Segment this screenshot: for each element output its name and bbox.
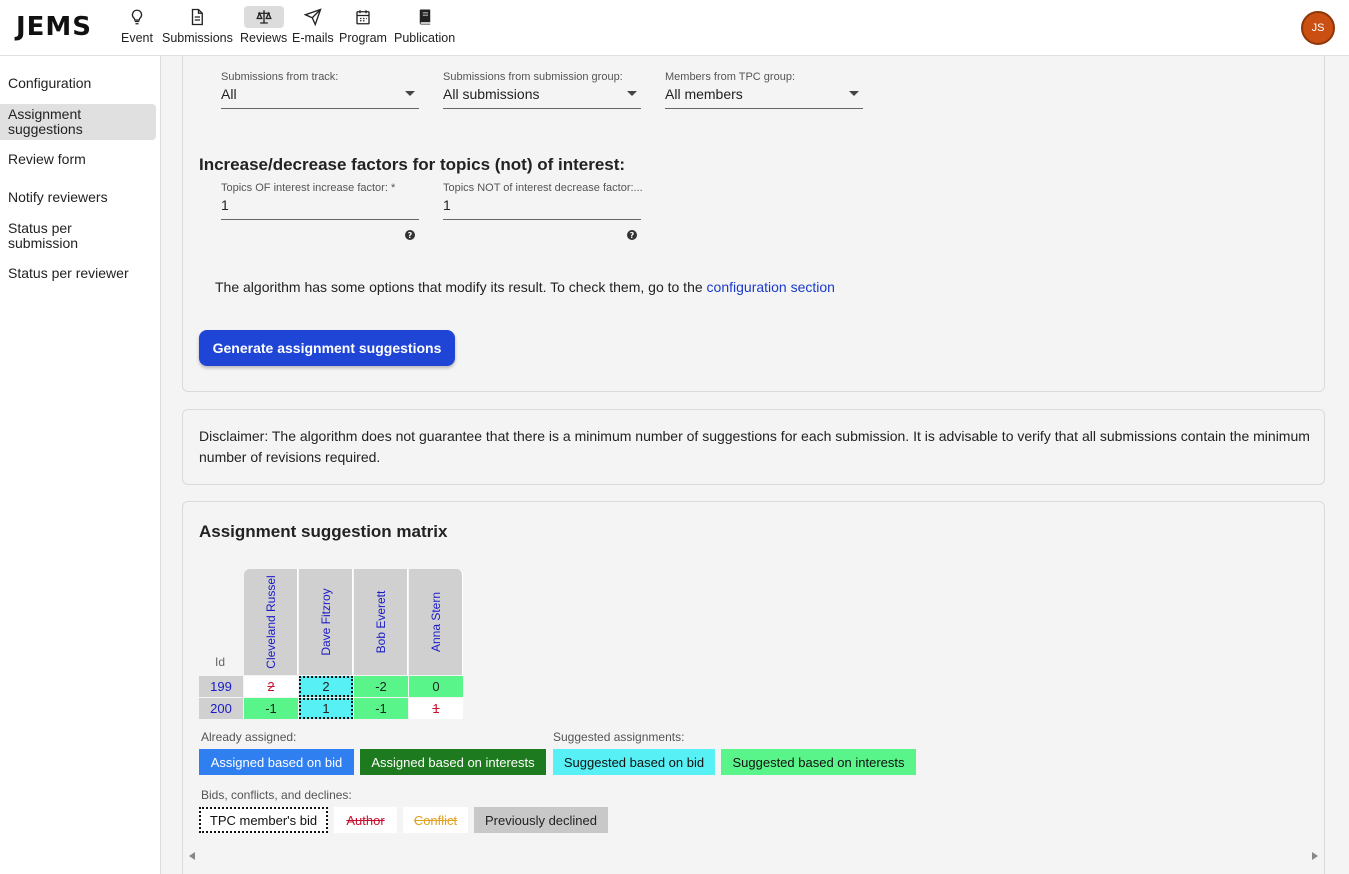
sidebar-item-review-form[interactable]: Review form — [0, 152, 156, 167]
submission-id-link[interactable]: 200 — [199, 698, 243, 719]
legend-assigned-interests: Assigned based on interests — [360, 749, 546, 775]
interest-increase-label: Topics OF interest increase factor: * — [221, 182, 396, 194]
factors-title: Increase/decrease factors for topics (no… — [199, 155, 626, 174]
reviewer-name: Bob Everett — [373, 590, 388, 654]
reviewer-header[interactable]: Bob Everett — [354, 569, 408, 675]
interest-decrease-value: 1 — [443, 197, 451, 213]
legend-author: Author — [334, 807, 397, 833]
interest-decrease-label: Topics NOT of interest decrease factor:.… — [443, 182, 643, 194]
nav-publication[interactable]: Publication — [394, 6, 455, 48]
track-select[interactable]: Submissions from track: All — [221, 71, 419, 109]
lightbulb-icon — [117, 6, 157, 28]
scroll-left-arrow-icon[interactable] — [189, 852, 195, 860]
legend-assigned-bid: Assigned based on bid — [199, 749, 354, 775]
legend-tpc-bid: TPC member's bid — [199, 807, 328, 833]
matrix-cell-bid-suggested[interactable]: 2 — [299, 676, 353, 697]
nav-event[interactable]: Event — [117, 6, 157, 48]
suggested-assignments-label: Suggested assignments: — [553, 730, 685, 744]
matrix-cell-interest-suggested[interactable]: 0 — [409, 676, 463, 697]
nav-emails[interactable]: E-mails — [292, 6, 334, 48]
calendar-icon — [343, 6, 383, 28]
legend-conflict: Conflict — [403, 807, 468, 833]
tpc-group-select-label: Members from TPC group: — [665, 71, 796, 83]
assignment-matrix-card: Assignment suggestion matrix Id Clevelan… — [182, 501, 1325, 874]
matrix-cell-interest-suggested[interactable]: -1 — [244, 698, 298, 719]
nav-program-label: Program — [339, 31, 387, 45]
sidebar-item-label: Assignment suggestions — [8, 106, 83, 137]
sidebar-item-notify-reviewers[interactable]: Notify reviewers — [0, 190, 156, 205]
disclaimer-card: Disclaimer: The algorithm does not guara… — [182, 409, 1325, 485]
chevron-down-icon — [849, 91, 859, 96]
matrix-id-header: Id — [215, 655, 226, 669]
interest-increase-value: 1 — [221, 197, 229, 213]
top-navigation-bar: JEMS Event Submissions Reviews E-mails P… — [0, 0, 1349, 56]
app-logo[interactable]: JEMS — [16, 12, 92, 42]
configuration-section-link[interactable]: configuration section — [707, 279, 835, 295]
sidebar-item-configuration[interactable]: Configuration — [0, 76, 156, 91]
nav-submissions-label: Submissions — [162, 31, 233, 45]
tpc-group-select[interactable]: Members from TPC group: All members — [665, 71, 863, 109]
tpc-group-select-value: All members — [665, 86, 743, 102]
interest-increase-input[interactable]: Topics OF interest increase factor: * 1 — [221, 182, 419, 220]
interest-decrease-input[interactable]: Topics NOT of interest decrease factor:.… — [443, 182, 643, 220]
algorithm-note-text: The algorithm has some options that modi… — [215, 279, 707, 295]
reviewer-name: Anna Stern — [428, 591, 443, 653]
chevron-down-icon — [627, 91, 637, 96]
reviewer-header[interactable]: Cleveland Russel — [244, 569, 298, 675]
legend-previously-declined: Previously declined — [474, 807, 608, 833]
submission-group-select-value: All submissions — [443, 86, 540, 102]
track-select-value: All — [221, 86, 237, 102]
suggestion-settings-card: Submissions from track: All Submissions … — [182, 56, 1325, 392]
legend-suggested-interests: Suggested based on interests — [721, 749, 916, 775]
reviewer-name: Dave Fitzroy — [318, 588, 333, 656]
nav-publication-label: Publication — [394, 31, 456, 45]
submission-group-select-label: Submissions from submission group: — [443, 71, 623, 83]
help-icon[interactable]: ? — [627, 230, 637, 240]
submission-group-select[interactable]: Submissions from submission group: All s… — [443, 71, 641, 109]
track-select-label: Submissions from track: — [221, 71, 339, 83]
scroll-right-arrow-icon[interactable] — [1312, 852, 1318, 860]
bids-conflicts-label: Bids, conflicts, and declines: — [201, 788, 352, 802]
matrix-cell-author[interactable]: 1 — [409, 698, 463, 719]
already-assigned-label: Already assigned: — [201, 730, 297, 744]
sidebar-item-status-per-reviewer[interactable]: Status per reviewer — [0, 266, 156, 281]
matrix-cell-author[interactable]: 2 — [244, 676, 298, 697]
matrix-cell-interest-suggested[interactable]: -2 — [354, 676, 408, 697]
matrix-cell-bid-suggested[interactable]: 1 — [299, 698, 353, 719]
reviewer-name: Cleveland Russel — [263, 575, 278, 669]
book-icon — [405, 6, 445, 28]
matrix-title: Assignment suggestion matrix — [199, 522, 448, 541]
nav-program[interactable]: Program — [339, 6, 387, 48]
user-avatar[interactable]: JS — [1301, 11, 1335, 45]
sidebar: Configuration Assignment suggestions Rev… — [0, 56, 161, 874]
reviewer-header[interactable]: Dave Fitzroy — [299, 569, 353, 675]
nav-submissions[interactable]: Submissions — [162, 6, 233, 48]
disclaimer-text: Disclaimer: The algorithm does not guara… — [199, 428, 1310, 465]
algorithm-note: The algorithm has some options that modi… — [215, 277, 835, 298]
help-icon[interactable]: ? — [405, 230, 415, 240]
nav-event-label: Event — [121, 31, 153, 45]
document-icon — [177, 6, 217, 28]
matrix-cell-interest-suggested[interactable]: -1 — [354, 698, 408, 719]
reviewer-header[interactable]: Anna Stern — [409, 569, 463, 675]
sidebar-item-assignment-suggestions[interactable]: Assignment suggestions — [0, 104, 156, 140]
chevron-down-icon — [405, 91, 415, 96]
nav-reviews[interactable]: Reviews — [240, 6, 287, 48]
nav-reviews-label: Reviews — [240, 31, 288, 45]
paper-plane-icon — [293, 6, 333, 28]
horizontal-scrollbar[interactable] — [183, 848, 1324, 864]
nav-emails-label: E-mails — [292, 31, 334, 45]
submission-id-link[interactable]: 199 — [199, 676, 243, 697]
sidebar-item-status-per-submission[interactable]: Status per submission — [0, 221, 156, 251]
main-content: Submissions from track: All Submissions … — [161, 56, 1349, 874]
scale-icon — [243, 6, 284, 28]
sidebar-item-label: Status per submission — [8, 220, 79, 251]
generate-suggestions-button[interactable]: Generate assignment suggestions — [199, 330, 455, 366]
legend-suggested-bid: Suggested based on bid — [553, 749, 715, 775]
